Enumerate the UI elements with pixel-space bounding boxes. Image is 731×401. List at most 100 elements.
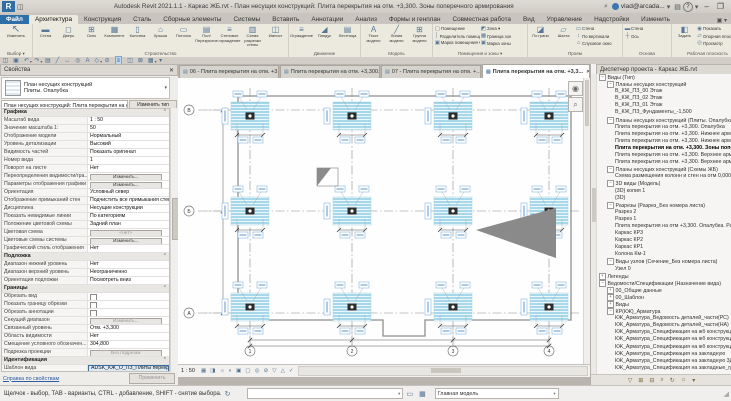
property-value[interactable]: 1 : 50 — [88, 117, 169, 124]
canvas-vertical-scrollbar[interactable] — [583, 78, 590, 364]
ribbon-tab-Сборные элементы[interactable]: Сборные элементы — [157, 15, 227, 24]
browser-tree-item[interactable]: Плита перекрытия на отм. +3,300. Опалубк… — [597, 124, 731, 131]
property-section-Идентификация[interactable]: Идентификация^ — [2, 357, 169, 365]
ribbon-button-Марка зоны[interactable]: ▣Марка зоны — [480, 40, 526, 47]
ribbon-tab-Аннотации[interactable]: Аннотации — [305, 15, 349, 24]
temporary-view-properties-icon[interactable]: ▽ — [272, 368, 276, 374]
property-checkbox[interactable] — [90, 294, 97, 300]
ribbon-button-Колонна[interactable]: ▯Колонна — [126, 25, 149, 47]
drawing-canvas[interactable]: 1234ВБА ◉ ⌕ — [178, 78, 590, 364]
browser-tree-item[interactable]: КЖ_Арматура_Ведомость деталей_части(НА) — [597, 322, 731, 329]
steering-wheel-icon[interactable]: ◉ — [568, 81, 583, 96]
editable-only-icon[interactable]: ▭ — [406, 390, 413, 398]
section-collapse-icon[interactable]: ^ — [164, 285, 169, 292]
ribbon-group-label[interactable]: Основа — [623, 50, 671, 57]
user-avatar[interactable] — [612, 3, 619, 10]
ribbon-tab-Совместная работа[interactable]: Совместная работа — [447, 15, 517, 24]
restore-button[interactable]: ❐ — [717, 2, 724, 11]
ribbon-button-По грани[interactable]: ◪По грани — [529, 25, 552, 47]
browser-tree-item[interactable]: +Легенды — [597, 273, 731, 280]
gray-inactive-icon[interactable]: ▦ — [419, 390, 426, 398]
property-value[interactable]: Задний план — [88, 221, 169, 228]
scale-control[interactable]: 1 : 50 — [181, 368, 195, 374]
ribbon-group-label[interactable]: Движение — [289, 50, 360, 57]
browser-tree-item[interactable]: {3D} копия 1 — [597, 188, 731, 195]
refresh-icon[interactable]: ↻ — [670, 377, 675, 384]
property-value[interactable]: Нет — [88, 333, 169, 340]
browser-tree-item[interactable]: Плита перекрытия на отм. +3,300. Верхнее… — [597, 159, 731, 166]
browser-tree-item[interactable]: КЖ_Арматура_Ведомость деталей_части(РС) — [597, 315, 731, 322]
browser-tree-item[interactable]: –КР(КЖ)_Арматура — [597, 308, 731, 315]
ribbon-button-Импост[interactable]: ◫Импост — [264, 25, 287, 47]
zoom-tool-icon[interactable]: ⌕ — [568, 97, 583, 112]
property-button[interactable]: Изменить... — [90, 174, 162, 181]
canvas-horizontal-scrollbar[interactable] — [298, 366, 588, 376]
collapse-icon[interactable]: – — [599, 74, 606, 81]
ribbon-group-label[interactable]: Строительство — [33, 50, 288, 57]
property-value[interactable] — [88, 293, 169, 300]
ribbon-button-Шахта[interactable]: ▱Шахта — [552, 25, 575, 47]
property-value[interactable]: ADSK_КЖ_О_ПЗ_Плиты перекрытия — [88, 365, 169, 372]
browser-tree-item[interactable]: –Виды узлов (Сечение_Без номера листа) — [597, 258, 731, 265]
property-value[interactable]: Нет — [88, 261, 169, 268]
modify-button[interactable]: ↖ Изменить — [1, 25, 31, 47]
filter-icon[interactable]: ▽ — [628, 377, 633, 384]
ribbon-button-Задать[interactable]: ◧Задать — [673, 25, 696, 47]
property-value[interactable]: Изменить... — [88, 181, 169, 188]
ribbon-button-Схема разрезки стены[interactable]: ▥Схема разрезки стены — [241, 25, 264, 47]
section-collapse-icon[interactable]: ^ — [164, 357, 169, 364]
ribbon-tab-Формы и генплан[interactable]: Формы и генплан — [383, 15, 447, 24]
section-collapse-icon[interactable]: ^ — [164, 253, 169, 260]
property-value[interactable]: Несущие конструкции — [88, 205, 169, 212]
ribbon-button-Зона ▾[interactable]: ◩Зона ▾ — [480, 25, 526, 32]
browser-tree-item[interactable]: Плита перекрытия на отм. +3,300. Нижнее … — [597, 138, 731, 145]
property-value[interactable]: Нет — [88, 165, 169, 172]
property-value[interactable]: Показать оригинал — [88, 149, 169, 156]
ribbon-button-Текст модели[interactable]: AТекст модели — [362, 25, 385, 47]
properties-close-icon[interactable]: ✕ — [169, 67, 174, 74]
browser-tree-item[interactable]: –Планы несущих конструкций — [597, 81, 731, 88]
temporary-hide-isolate-icon[interactable]: ◎ — [255, 368, 260, 374]
property-value[interactable] — [88, 309, 169, 316]
minimize-button[interactable]: – — [704, 2, 708, 11]
app-store-icon[interactable]: ▤ — [674, 3, 681, 11]
ribbon-tab-Архитектура[interactable]: Архитектура — [29, 15, 78, 24]
ribbon-group-label[interactable]: Рабочая плоскость — [672, 50, 731, 57]
browser-tree-item[interactable]: –Разрезы (Разрез_Без номера листа) — [597, 202, 731, 209]
property-value[interactable]: Неограниченно — [88, 269, 169, 276]
ribbon-group-label[interactable]: Модель — [361, 50, 432, 57]
ribbon-button-Окно[interactable]: ⊞Окно — [80, 25, 103, 47]
property-section-Границы[interactable]: Границы^ — [2, 285, 169, 293]
search-icon[interactable]: ⌕ — [660, 377, 663, 384]
ribbon-tab-Управление[interactable]: Управление — [541, 15, 589, 24]
visual-style-icon[interactable]: ◨ — [210, 368, 215, 374]
browser-tree-item[interactable]: В_КЖ_ПЗ_00 Этаж — [597, 88, 731, 95]
active-workset-combo[interactable]: ▾ — [247, 388, 403, 399]
property-section-Подложка[interactable]: Подложка^ — [2, 253, 169, 261]
browser-tree-item[interactable]: КЖ_Арматура_Спецификация на жб конструкц… — [597, 336, 731, 343]
analytical-model-icon[interactable]: △ — [281, 368, 285, 374]
account-dropdown-icon[interactable]: ▾ — [667, 3, 671, 11]
collapse-icon[interactable]: – — [607, 81, 614, 88]
reveal-hidden-elements-icon[interactable]: ⊘ — [264, 368, 269, 374]
property-button[interactable]: Без подрезки — [90, 350, 162, 357]
ribbon-button-По вертикали[interactable]: ↕По вертикали — [575, 32, 621, 39]
property-section-Графика[interactable]: Графика^ — [2, 109, 169, 117]
browser-tree-item[interactable]: –Виды (Тип) — [597, 74, 731, 81]
collapse-all-icon[interactable]: ⊟ — [649, 377, 654, 384]
browser-tree-item[interactable]: КЖ_Арматура_Спецификация на жб конструкц… — [597, 344, 731, 351]
ribbon-button-Группа модели[interactable]: ⊞Группа модели — [408, 25, 431, 47]
property-checkbox[interactable] — [90, 310, 97, 316]
ribbon-button-Просмотр[interactable]: ◎Просмотр — [696, 40, 731, 47]
ribbon-button-Показать[interactable]: ◉Показать — [696, 25, 731, 32]
browser-tree-item[interactable]: –Ведомости/Спецификации (Назначение вида… — [597, 280, 731, 287]
browser-tree-item[interactable]: Плита перекрытия на отм. +3,300. Верхнее… — [597, 152, 731, 159]
browser-tree-item[interactable]: +00_Шаблон — [597, 294, 731, 301]
property-value[interactable]: Высокий — [88, 141, 169, 148]
property-value[interactable]: 304,800 — [88, 341, 169, 348]
ribbon-tab-Анализ[interactable]: Анализ — [349, 15, 383, 24]
ribbon-tab-Надстройки[interactable]: Надстройки — [588, 15, 635, 24]
ribbon-button-Ось[interactable]: ┼Ось — [624, 32, 670, 39]
design-options-combo[interactable]: Главная модель ▾ — [435, 388, 559, 399]
browser-tree-item[interactable]: Узел 0 — [597, 266, 731, 273]
